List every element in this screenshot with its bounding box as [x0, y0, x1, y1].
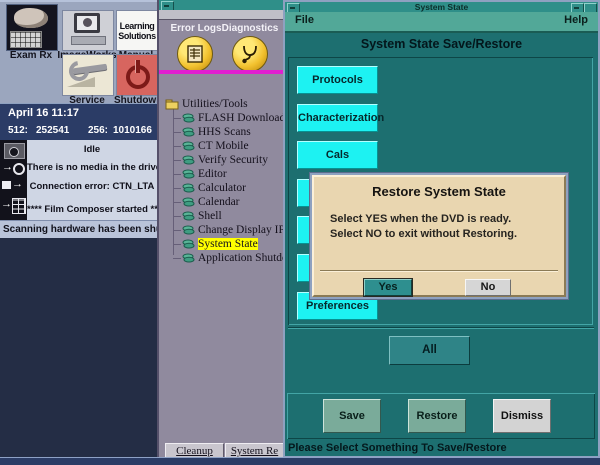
exam-rx-label: Exam Rx: [4, 50, 58, 61]
save-button[interactable]: Save: [323, 399, 381, 433]
counter-512-label: 512:: [8, 125, 28, 136]
status-film: **** Film Composer started ****: [27, 204, 157, 215]
status-media: There is no media in the drive.: [27, 162, 157, 173]
utilities-tree: Utilities/Tools FLASH Download To HHS Sc…: [163, 96, 285, 261]
dismiss-button[interactable]: Dismiss: [493, 399, 551, 433]
dialog-separator: [320, 270, 558, 272]
tree-item-application-shutdown[interactable]: Application Shutdown: [173, 251, 289, 265]
tool-disc-icon: [182, 211, 195, 221]
tree-item-system-state[interactable]: System State: [173, 237, 289, 251]
cals-button[interactable]: Cals: [297, 141, 378, 169]
tool-disc-icon: [182, 239, 195, 249]
restore-dialog-body: Restore System State Select YES when the…: [312, 175, 566, 297]
tree-item-change-display-ip[interactable]: Change Display IP: [173, 223, 289, 237]
camera-icon: [4, 143, 25, 159]
tree-root-utilities-tools[interactable]: Utilities/Tools: [165, 97, 248, 111]
counter-256-value: 1010166: [113, 125, 152, 136]
imageworks-icon[interactable]: [62, 10, 114, 51]
yes-button[interactable]: Yes: [364, 279, 412, 296]
stethoscope-icon: [240, 44, 260, 64]
diagnostics-button[interactable]: [232, 36, 268, 72]
tree-item-flash-download[interactable]: FLASH Download To: [173, 111, 289, 125]
status-message-area: → → → Idle There is no media in the driv…: [0, 140, 157, 220]
menu-help[interactable]: Help: [564, 14, 588, 26]
tool-disc-icon: [182, 113, 195, 123]
error-logs-button[interactable]: [177, 36, 213, 72]
tool-disc-icon: [182, 197, 195, 207]
menu-file[interactable]: File: [295, 14, 314, 26]
film-composer-icon: [12, 198, 26, 214]
launcher-panel: Exam Rx ImageWorks Learning Solutions Ma…: [0, 0, 157, 465]
bottom-edge-strip: [0, 457, 600, 465]
status-idle: Idle: [27, 144, 157, 155]
divider: [288, 327, 594, 329]
tree-item-calendar[interactable]: Calendar: [173, 195, 289, 209]
service-icon[interactable]: [62, 54, 114, 96]
dialog-title: Restore System State: [314, 184, 564, 199]
datetime-text: April 16 11:17: [8, 107, 79, 119]
status-icon-column: → → →: [0, 140, 27, 220]
no-button[interactable]: No: [465, 279, 511, 296]
tree-item-shell[interactable]: Shell: [173, 209, 289, 223]
tree-item-verify-security[interactable]: Verify Security: [173, 153, 289, 167]
window-menubar: File Help: [285, 12, 598, 33]
all-button[interactable]: All: [389, 336, 470, 365]
magenta-divider: [159, 70, 285, 74]
diagnostics-label: Diagnostics: [221, 23, 279, 34]
log-sheet-icon: [185, 44, 205, 64]
tool-disc-icon: [182, 155, 195, 165]
disc-icon: [13, 163, 25, 175]
tree-item-hhs-scans[interactable]: HHS Scans: [173, 125, 289, 139]
status-connection: Connection error: CTN_LTA: [27, 181, 157, 192]
tool-disc-icon: [182, 253, 195, 263]
restore-button[interactable]: Restore: [408, 399, 466, 433]
window-status-text: Please Select Something To Save/Restore: [288, 442, 507, 454]
folder-icon: [165, 99, 179, 110]
scanner-status-bar: Scanning hardware has been shut down.: [0, 220, 158, 240]
screen: Exam Rx ImageWorks Learning Solutions Ma…: [0, 0, 600, 465]
tree-item-calculator[interactable]: Calculator: [173, 181, 289, 195]
tool-disc-icon: [182, 169, 195, 179]
dialog-line-2: Select NO to exit without Restoring.: [330, 228, 517, 240]
action-button-strip: Save Restore Dismiss: [287, 393, 595, 439]
logo-line2: Solutions: [117, 31, 157, 41]
restore-dialog: Restore System State Select YES when the…: [309, 172, 569, 300]
error-logs-label: Error Logs: [167, 23, 225, 34]
tool-disc-icon: [182, 225, 195, 235]
datetime-bar: April 16 11:17: [0, 103, 157, 123]
tree-item-editor[interactable]: Editor: [173, 167, 289, 181]
window-title: System State: [285, 2, 598, 12]
exam-rx-icon[interactable]: [6, 4, 58, 51]
utilities-menustrip: [159, 10, 285, 20]
tool-disc-icon: [182, 141, 195, 151]
logo-line1: Learning: [117, 21, 157, 31]
monitor-icon: [74, 13, 100, 33]
counter-256-label: 256:: [88, 125, 108, 136]
connection-box-icon: [2, 181, 11, 189]
scan-grid: [10, 31, 42, 48]
dialog-line-1: Select YES when the DVD is ready.: [330, 213, 511, 225]
shutdown-icon[interactable]: [116, 54, 158, 96]
image-counters-bar: 512: 252541 256: 1010166: [0, 122, 157, 140]
learning-solutions-logo[interactable]: Learning Solutions: [116, 10, 158, 51]
characterization-button[interactable]: Characterization: [297, 104, 378, 132]
empty-display-area: [0, 238, 159, 465]
selected-tree-item: System State: [198, 238, 258, 250]
protocols-button[interactable]: Protocols: [297, 66, 378, 94]
page-title: System State Save/Restore: [285, 31, 598, 56]
utilities-panel: Error Logs Diagnostics: [157, 0, 285, 465]
tree-item-ct-mobile[interactable]: CT Mobile: [173, 139, 289, 153]
tool-disc-icon: [182, 127, 195, 137]
tool-disc-icon: [182, 183, 195, 193]
counter-512-value: 252541: [36, 125, 69, 136]
head-scan-image: [14, 8, 48, 28]
